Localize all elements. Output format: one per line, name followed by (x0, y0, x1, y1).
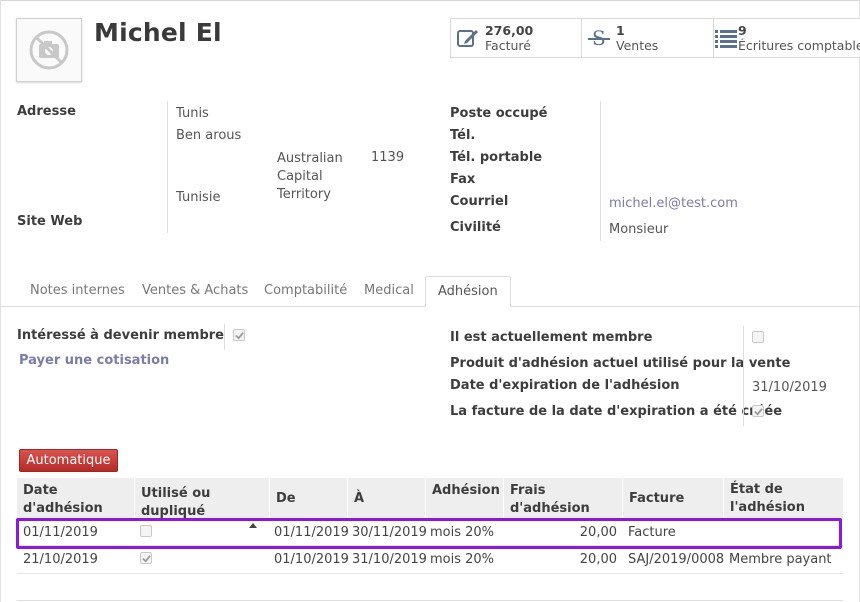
address-country[interactable]: Tunisie (176, 190, 220, 205)
row2-date: 21/10/2019 (23, 552, 98, 567)
journal-items-value: 9 (738, 23, 747, 38)
address-zip[interactable]: 1139 (371, 150, 404, 165)
row-highlight-box (16, 518, 842, 549)
invoiced-label: Facturé (485, 38, 531, 53)
mobile-label: Tél. portable (450, 150, 543, 165)
email-link[interactable]: michel.el@test.com (609, 196, 738, 211)
invoiced-button[interactable]: 276,00 Facturé (450, 18, 582, 58)
journal-items-button[interactable]: 9 Écritures comptables (713, 18, 860, 58)
strikethrough-s-icon: S (588, 27, 610, 49)
col-adhesion[interactable]: Adhésion (425, 478, 503, 519)
invoice-created-label: La facture de la date d'expiration a été… (450, 404, 783, 419)
fax-label: Fax (450, 172, 476, 187)
product-label: Produit d'adhésion actuel utilisé pour l… (450, 356, 791, 371)
sales-value: 1 (616, 23, 625, 38)
pay-membership-link[interactable]: Payer une cotisation (19, 353, 169, 368)
col-utilise-duplique[interactable]: Utilisé ou dupliqué (134, 478, 269, 528)
phone-label: Tél. (450, 128, 476, 143)
check-icon (141, 554, 151, 563)
check-icon (753, 407, 763, 416)
sales-button[interactable]: S 1Ventes (581, 18, 714, 58)
row2-membership: mois 20% (430, 552, 495, 567)
current-member-checkbox[interactable] (752, 331, 764, 343)
row2-fee: 20,00 (579, 552, 617, 567)
tab-medical[interactable]: Medical (352, 276, 426, 307)
job-position-label: Poste occupé (450, 106, 548, 121)
col-frais-adhesion[interactable]: Frais d'adhésion (503, 478, 622, 519)
pencil-square-icon (457, 30, 478, 47)
col-a[interactable]: À (347, 478, 425, 519)
interested-label: Intéressé à devenir membre (17, 328, 224, 343)
address-label: Adresse (17, 104, 76, 119)
row2-invoice: SAJ/2019/0008 (628, 552, 725, 567)
row2-state: Membre payant (729, 552, 832, 567)
title-label: Civilité (450, 220, 501, 235)
title-value[interactable]: Monsieur (609, 222, 668, 237)
website-label: Site Web (17, 214, 83, 229)
partner-name: Michel El (94, 18, 222, 47)
check-icon (234, 331, 244, 340)
journal-items-label: Écritures comptables (738, 38, 860, 53)
address-city[interactable]: Tunis (176, 106, 209, 121)
row2-to: 31/10/2019 (352, 552, 427, 567)
membership-divider (743, 326, 744, 426)
tab-notes-internes[interactable]: Notes internes (18, 276, 137, 307)
sales-label: Ventes (616, 38, 659, 53)
row2-from: 01/10/2019 (274, 552, 349, 567)
address-divider (167, 101, 168, 233)
address-street[interactable]: Ben arous (176, 128, 241, 143)
contact-divider (600, 101, 601, 241)
row2-used-checkbox[interactable] (140, 552, 152, 564)
col-facture[interactable]: Facture (622, 478, 723, 519)
interested-checkbox[interactable] (233, 329, 245, 341)
frame-left (0, 0, 1, 602)
invoiced-value: 276,00 (485, 23, 534, 38)
invoice-created-checkbox[interactable] (752, 405, 764, 417)
tab-adhesion[interactable]: Adhésion (425, 276, 511, 307)
interested-divider (224, 324, 225, 350)
camera-off-icon (29, 30, 69, 70)
email-label: Courriel (450, 194, 509, 209)
list-icon (715, 30, 737, 48)
automatic-button[interactable]: Automatique (19, 449, 118, 472)
expiry-value: 31/10/2019 (752, 380, 827, 395)
col-de[interactable]: De (269, 478, 347, 519)
col-utilise-duplique-label: Utilisé ou dupliqué (141, 486, 211, 519)
col-etat-adhesion[interactable]: État de l'adhésion (723, 478, 823, 519)
tab-comptabilite[interactable]: Comptabilité (252, 276, 359, 307)
col-date-adhesion[interactable]: Date d'adhésion (17, 478, 134, 519)
avatar[interactable] (16, 18, 82, 82)
frame-top (0, 0, 860, 1)
table-bottom-line (17, 600, 843, 601)
tab-ventes-achats[interactable]: Ventes & Achats (130, 276, 260, 307)
address-state[interactable]: Australian Capital Territory (277, 150, 369, 204)
current-member-label: Il est actuellement membre (450, 330, 653, 345)
expiry-label: Date d'expiration de l'adhésion (450, 378, 680, 393)
